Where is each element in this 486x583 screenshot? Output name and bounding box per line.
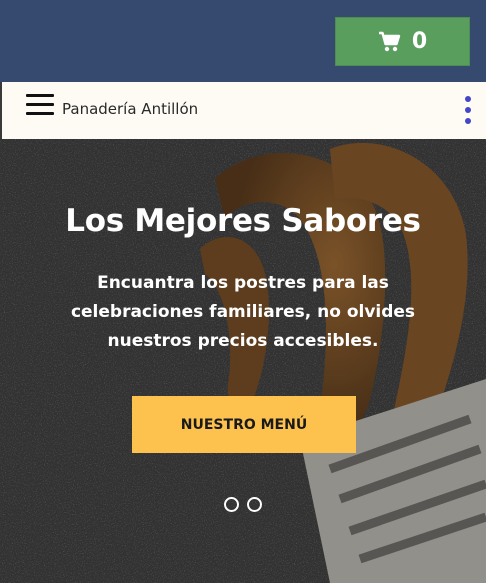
cart-button[interactable]: 0 bbox=[335, 17, 470, 66]
carousel-dots bbox=[224, 497, 264, 513]
brand-name[interactable]: Panadería Antillón bbox=[62, 100, 198, 118]
hero-carousel: Los Mejores Sabores Encuantra los postre… bbox=[0, 139, 486, 583]
more-vertical-icon[interactable] bbox=[462, 96, 474, 126]
cart-icon bbox=[378, 31, 401, 51]
hero-title: Los Mejores Sabores bbox=[65, 203, 421, 239]
hero-subtitle: Encuantra los postres para las celebraci… bbox=[70, 273, 416, 351]
navbar: Panadería Antillón bbox=[0, 82, 486, 139]
cart-count: 0 bbox=[411, 29, 428, 54]
carousel-dot-2[interactable] bbox=[247, 497, 262, 512]
hamburger-icon[interactable] bbox=[26, 92, 54, 120]
menu-cta-button[interactable]: NUESTRO MENÚ bbox=[132, 396, 356, 453]
carousel-dot-1[interactable] bbox=[224, 497, 239, 512]
top-bar: 0 bbox=[0, 0, 486, 82]
